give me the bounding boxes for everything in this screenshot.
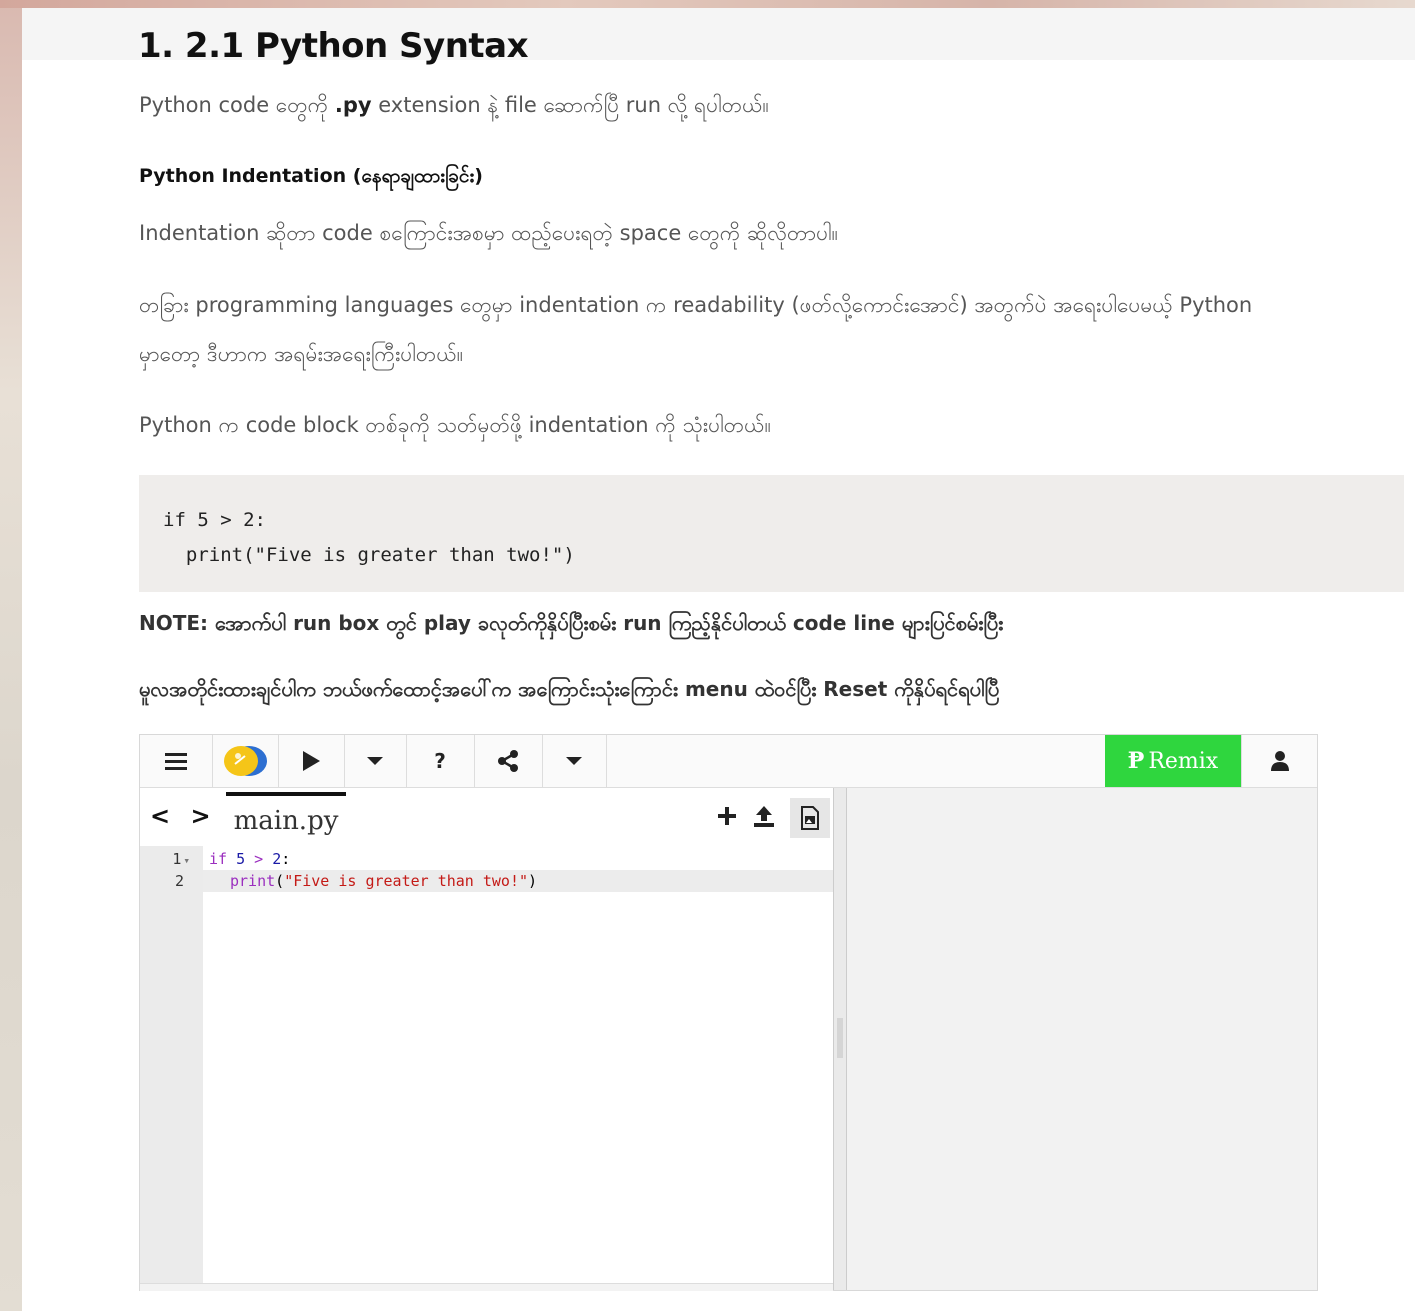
share-options-chevron-down-icon[interactable] [542, 735, 607, 787]
share-icon[interactable] [474, 735, 543, 787]
keyword-if: if [209, 850, 228, 868]
page-title: 1. 2.1 Python Syntax [138, 26, 529, 66]
code-editor-pane: < > main.py 1 ▾ 2 if 5 > 2: print("Five … [140, 788, 833, 1291]
example-code-line-1: if 5 > 2: [163, 509, 266, 531]
article-page: 1. 2.1 Python Syntax Python code တွေကို … [22, 8, 1415, 1311]
example-code-line-2: print("Five is greater than two!") [163, 544, 575, 566]
intro-paragraph: Python code တွေကို .py extension နဲ့ fil… [139, 81, 769, 129]
remix-label: Remix [1148, 748, 1219, 774]
number-2: 2 [272, 850, 282, 868]
example-code: if 5 > 2: print("Five is greater than tw… [163, 503, 575, 573]
play-icon[interactable] [278, 735, 345, 787]
intro-text-before: Python code တွေကို [139, 93, 335, 117]
intro-text-after: extension နဲ့ file ဆောက်ပြီ run လို့ ရပါ… [371, 93, 769, 117]
other-languages-line2: မှာတော့ ဒီဟာက အရမ်းအရေးကြီးပါတယ်။ [139, 342, 464, 366]
upload-icon[interactable] [752, 804, 776, 832]
pane-splitter[interactable] [833, 788, 847, 1290]
editor-status-bar [140, 1283, 833, 1291]
file-tab-main-py[interactable]: main.py [226, 792, 346, 846]
indentation-heading: Python Indentation (နေရာချထားခြင်း) [139, 165, 483, 187]
line-number-text: 1 [172, 850, 182, 868]
open-paren: ( [275, 872, 285, 890]
line-number-1: 1 ▾ [140, 848, 190, 870]
file-actions [716, 798, 830, 838]
page-background-top [0, 0, 1415, 8]
other-languages-line1: တခြား programming languages တွေမှာ inden… [139, 293, 1253, 317]
help-button[interactable]: ? [406, 735, 475, 787]
indentation-definition: Indentation ဆိုတာ code စကြောင်းအစမှာ ထည့… [139, 221, 839, 245]
page-background-left [0, 0, 22, 1311]
python-logo-icon[interactable] [212, 735, 279, 787]
function-print: print [230, 872, 276, 890]
remix-fork-icon: Ᵽ [1127, 748, 1145, 774]
example-code-block: if 5 > 2: print("Five is greater than tw… [139, 475, 1404, 592]
line-number-gutter: 1 ▾ 2 [140, 846, 203, 1283]
splitter-grip[interactable] [837, 1018, 843, 1058]
code-editor-text-area[interactable]: if 5 > 2: print("Five is greater than tw… [203, 846, 833, 1283]
code-line-2-active: print("Five is greater than two!") [203, 870, 833, 892]
file-tab-bar: < > main.py [140, 788, 833, 846]
colon: : [281, 850, 291, 868]
note-line-1: NOTE: အောက်ပါ run box တွင် play ခလုတ်ကို… [139, 611, 1004, 635]
note-line-2: မူလအတိုင်းထားချင်ပါက ဘယ်ဖက်ထောင့်အပေါ်က … [139, 677, 1000, 701]
intro-extension: .py [334, 93, 372, 117]
fold-arrow-icon[interactable]: ▾ [183, 854, 190, 867]
plus-icon[interactable] [716, 805, 738, 831]
code-line-2: print("Five is greater than two!") [203, 872, 537, 890]
remix-button[interactable]: Ᵽ Remix [1105, 735, 1241, 787]
output-console-pane [847, 788, 1317, 1290]
hamburger-menu-icon[interactable] [140, 735, 213, 787]
image-file-icon[interactable] [790, 798, 830, 838]
run-options-chevron-down-icon[interactable] [344, 735, 407, 787]
file-nav-arrows[interactable]: < > [150, 802, 217, 830]
trinket-run-box: ? Ᵽ Remix < > main.py 1 ▾ 2 if 5 > 2: pr… [139, 734, 1318, 1291]
number-5: 5 [236, 850, 246, 868]
user-icon[interactable] [1241, 735, 1318, 787]
code-line-1: if 5 > 2: [209, 848, 290, 870]
string-literal: "Five is greater than two!" [284, 872, 529, 890]
code-block-paragraph: Python က code block တစ်ခုကို သတ်မှတ်ဖို့… [139, 413, 771, 437]
trinket-toolbar: ? Ᵽ Remix [140, 735, 1317, 788]
operator-gt: > [254, 850, 264, 868]
line-number-2: 2 [174, 872, 184, 890]
close-paren: ) [528, 872, 538, 890]
